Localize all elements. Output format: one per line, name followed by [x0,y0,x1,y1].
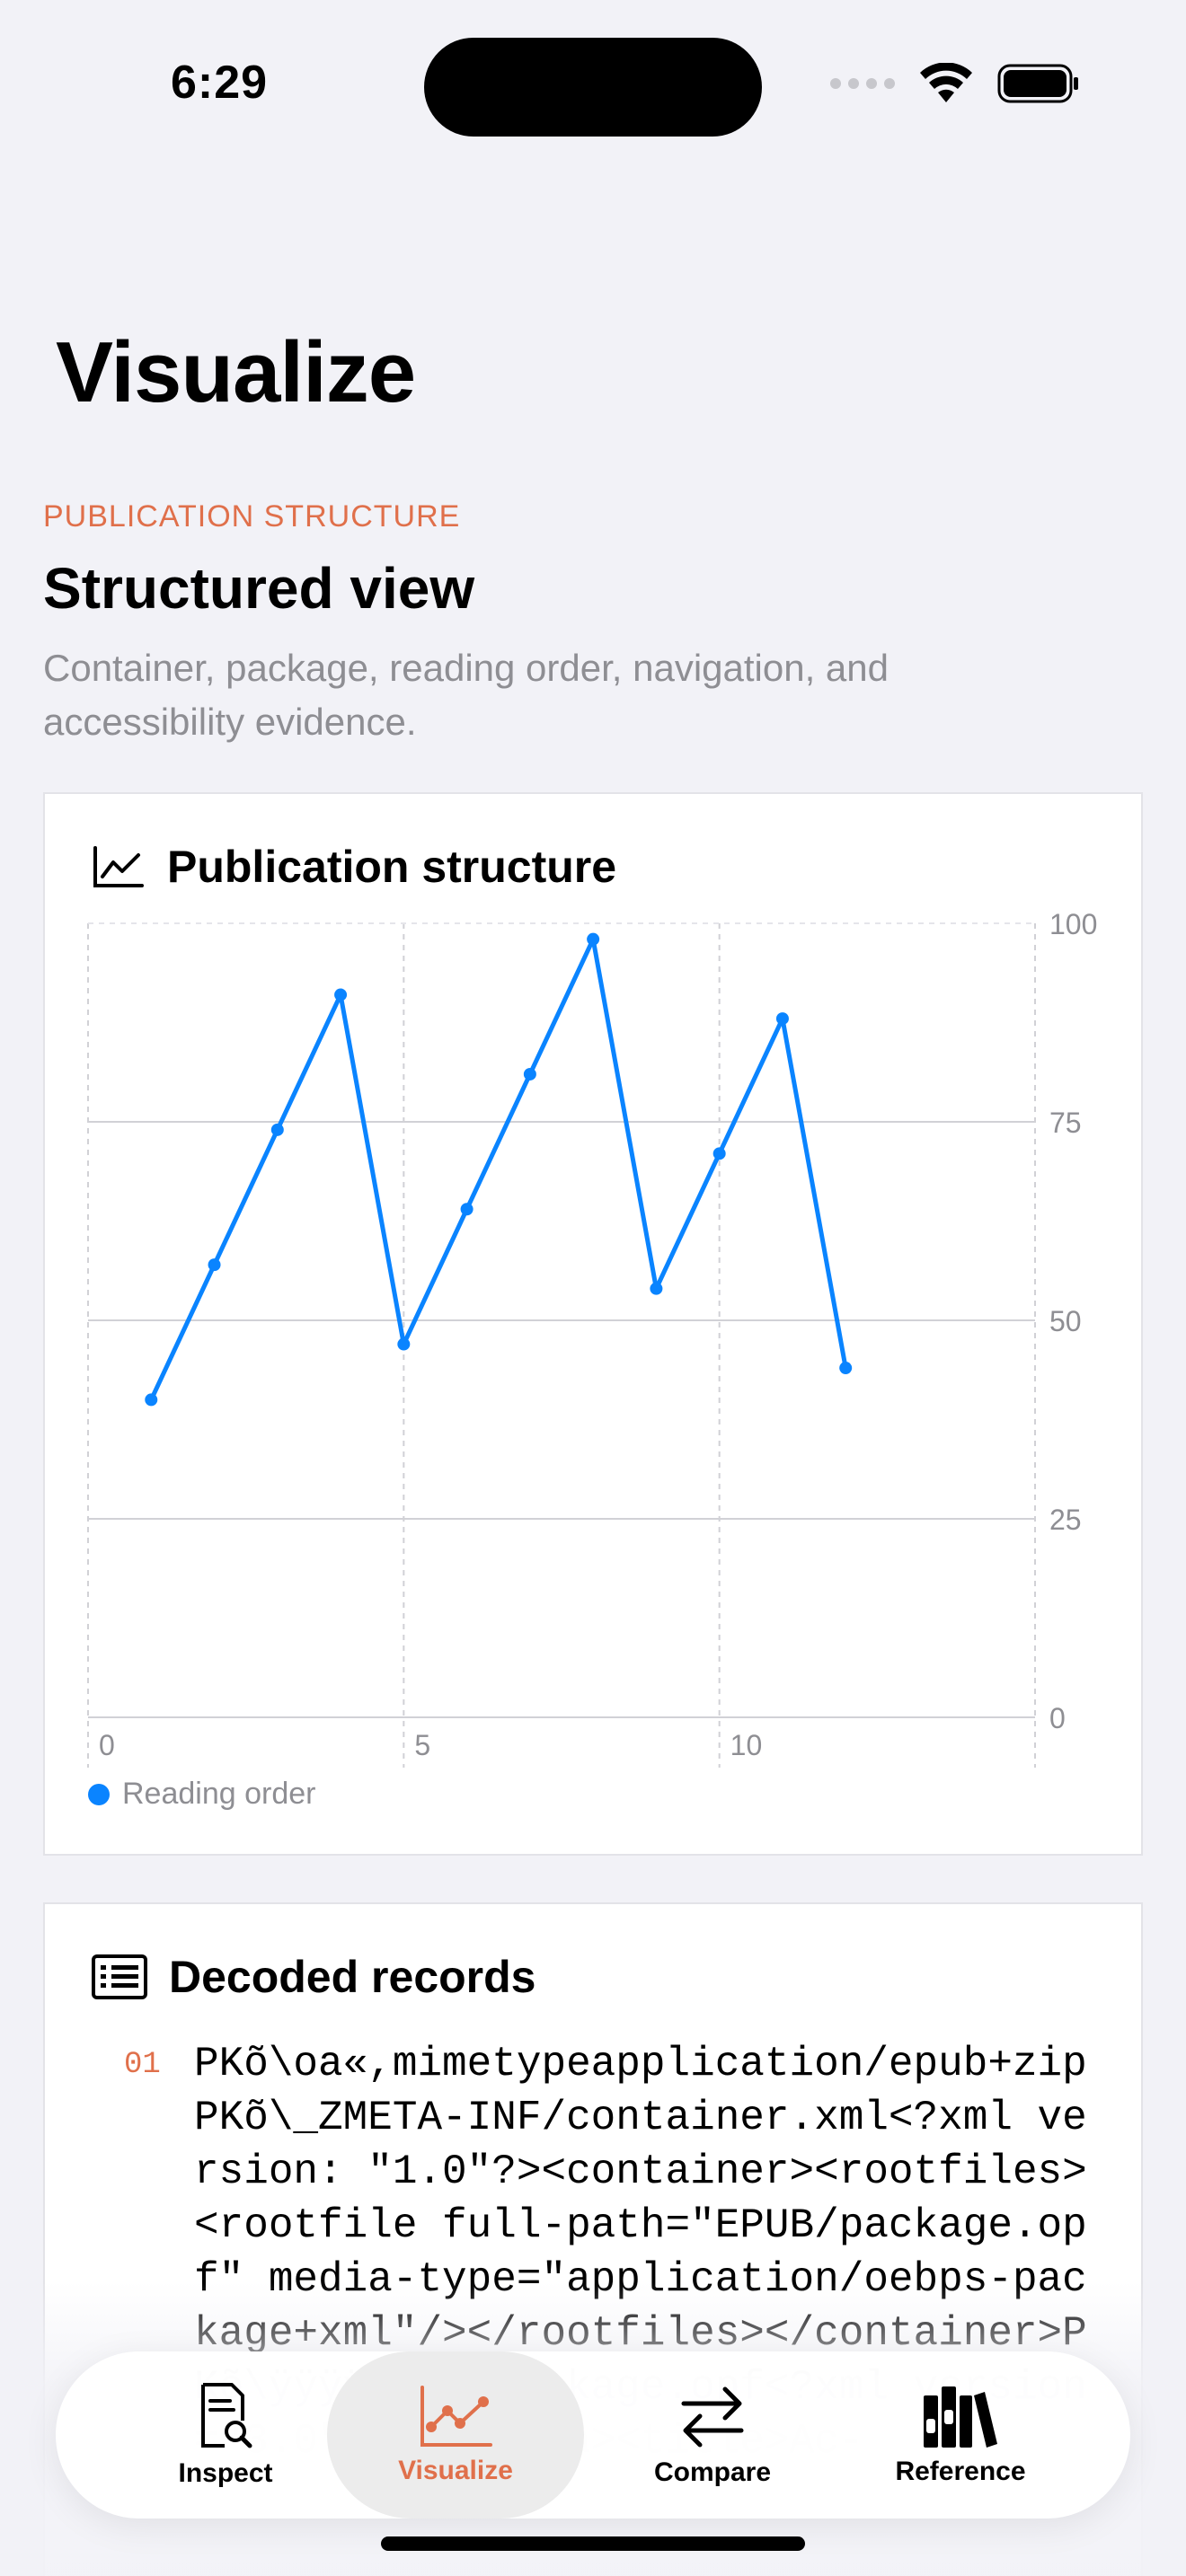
tab-label-visualize: Visualize [398,2456,513,2485]
x-tick-label: 0 [99,1729,115,1761]
legend-label: Reading order [122,1777,316,1811]
y-tick-label: 75 [1049,1107,1082,1139]
tab-bar: Inspect Visualize Compare Reference [56,2351,1130,2519]
tab-inspect[interactable]: Inspect [97,2351,354,2519]
data-point [587,932,600,946]
y-tick-label: 0 [1049,1702,1066,1734]
status-icons [830,63,1080,104]
line-chart: 0 25 50 75 100 0 5 10 [87,908,1097,1768]
tab-label-compare: Compare [653,2457,772,2487]
data-point [650,1282,663,1295]
status-time: 6:29 [171,57,269,109]
chart-legend: Reading order [88,1777,315,1812]
data-point [397,1337,411,1351]
home-indicator [381,2536,805,2551]
tab-reference[interactable]: Reference [832,2351,1089,2519]
data-point [208,1258,221,1272]
y-tick-label: 100 [1049,908,1097,940]
y-tick-label: 25 [1049,1504,1082,1536]
tab-label-reference: Reference [895,2457,1026,2486]
section-title: Structured view [43,556,475,621]
cellular-signal-icon [830,78,895,89]
x-tick-label: 5 [414,1729,430,1761]
section-eyebrow: PUBLICATION STRUCTURE [43,499,461,534]
data-point [839,1362,853,1375]
data-point [460,1203,474,1216]
data-point [334,988,348,1001]
tab-visualize[interactable]: Visualize [327,2351,584,2519]
legend-swatch [88,1783,110,1805]
arrows-compare-icon [681,2386,744,2448]
x-tick-label: 10 [730,1729,763,1761]
data-point [712,1147,726,1160]
records-card-header: Decoded records [92,1951,535,2003]
wifi-icon [920,63,972,102]
tab-compare[interactable]: Compare [584,2351,841,2519]
inspect-document-icon [201,2383,252,2448]
tab-label-inspect: Inspect [178,2458,273,2488]
page-title: Visualize [56,324,416,420]
battery-icon [997,64,1078,103]
data-point [270,1123,284,1136]
section-description: Container, package, reading order, navig… [43,647,890,743]
series-line [149,937,848,1401]
books-icon [924,2386,997,2448]
chart-icon [420,2386,492,2447]
records-card-title: Decoded records [169,1952,536,2002]
dynamic-island [424,38,762,137]
list-icon [92,1954,147,1999]
data-point [145,1393,158,1407]
data-point [523,1067,536,1081]
publication-structure-card: Publication structure 0 25 50 75 100 0 5 10 Rea… [43,792,1143,1856]
y-tick-label: 50 [1049,1305,1082,1337]
data-point [775,1012,789,1026]
